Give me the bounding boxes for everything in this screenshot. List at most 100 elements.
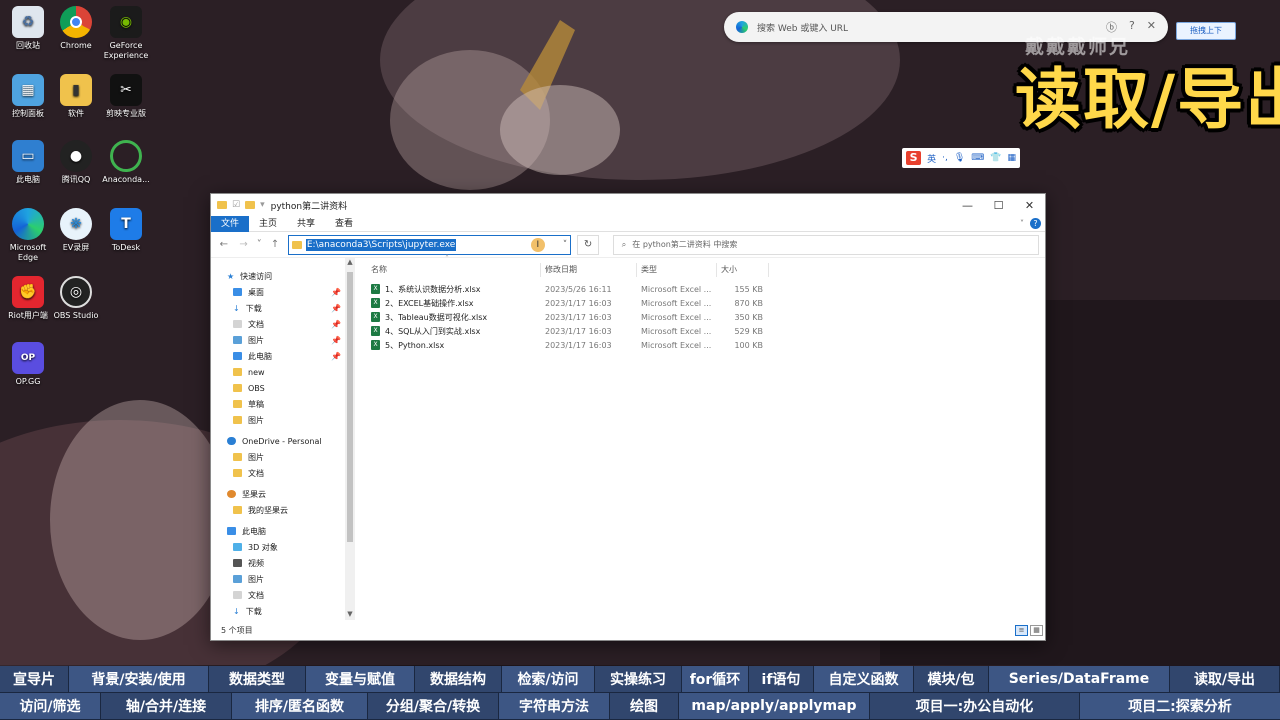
nav-item-this-pc[interactable]: 此电脑 📌 (211, 348, 355, 364)
topic-item[interactable]: 变量与赋值 (306, 666, 414, 692)
column-type[interactable]: 类型 (637, 263, 717, 277)
nav-quick-access[interactable]: ★ 快速访问 (211, 268, 355, 284)
nav-this-pc[interactable]: 此电脑 (211, 523, 355, 539)
keyboard-icon[interactable]: ⌨ (971, 153, 984, 163)
customize-toolbar-icon[interactable]: ▾ (260, 200, 265, 210)
column-name[interactable]: 名称 (367, 263, 541, 277)
topic-item[interactable]: 绘图 (610, 693, 678, 719)
desktop-icon-obs[interactable]: ◎ OBS Studio (48, 276, 104, 321)
topic-item[interactable]: 项目一:办公自动化 (870, 693, 1079, 719)
skin-icon[interactable]: 👕 (990, 153, 1001, 163)
desktop-icon-todesk[interactable]: T ToDesk (98, 208, 154, 253)
nav-item-obs[interactable]: OBS (211, 380, 355, 396)
pin-icon[interactable]: 📌 (331, 304, 341, 313)
file-row[interactable]: X 2、EXCEL基础操作.xlsx 2023/1/17 16:03 Micros… (367, 296, 1045, 310)
tab-file[interactable]: 文件 (211, 215, 250, 232)
topic-item[interactable]: map/apply/applymap (679, 693, 869, 719)
nav-item-drafts[interactable]: 草稿 (211, 396, 355, 412)
desktop-icon-ev[interactable]: ❋ EV录屏 (48, 208, 104, 253)
tab-share[interactable]: 共享 (287, 216, 325, 232)
nav-item-my-jianguoyun[interactable]: 我的坚果云 (211, 502, 355, 518)
file-row[interactable]: X 3、Tableau数据可视化.xlsx 2023/1/17 16:03 Mic… (367, 310, 1045, 324)
tab-view[interactable]: 查看 (325, 216, 363, 232)
punctuation-icon[interactable]: ·, (942, 153, 948, 163)
back-arrow-icon[interactable]: ← (217, 239, 231, 250)
nav-item-downloads[interactable]: ↓ 下载 📌 (211, 300, 355, 316)
drag-pin-button[interactable]: 拖拽上下 (1176, 22, 1236, 40)
nav-item-pc-pictures[interactable]: 图片 (211, 571, 355, 587)
details-view-icon[interactable]: ≡ (1015, 624, 1028, 636)
close-icon[interactable]: ✕ (1147, 19, 1156, 35)
nav-item-new[interactable]: new (211, 364, 355, 380)
mic-icon[interactable]: 🎙 (954, 153, 965, 163)
properties-icon[interactable]: ☑ (232, 200, 240, 210)
nav-item-desktop[interactable]: 桌面 📌 (211, 284, 355, 300)
topic-item[interactable]: 项目二:探索分析 (1080, 693, 1280, 719)
desktop-icon-qq[interactable]: ● 腾讯QQ (48, 140, 104, 185)
nav-onedrive[interactable]: OneDrive - Personal (211, 433, 355, 449)
refresh-button[interactable]: ↻ (577, 234, 599, 255)
scroll-up-icon[interactable]: ▲ (345, 258, 355, 266)
topic-item[interactable]: 数据类型 (209, 666, 305, 692)
address-input[interactable]: E:\anaconda3\Scripts\jupyter.exe (305, 238, 457, 251)
desktop-icon-capcut[interactable]: ✂ 剪映专业版 (98, 74, 154, 119)
topic-item[interactable]: for循环 (682, 666, 748, 692)
expand-ribbon-icon[interactable]: ˅ (1020, 219, 1024, 228)
column-date[interactable]: 修改日期 (541, 263, 637, 277)
chevron-down-icon[interactable]: ˅ (563, 240, 568, 250)
topic-item[interactable]: 检索/访问 (502, 666, 594, 692)
nav-item-pictures-2[interactable]: 图片 (211, 412, 355, 428)
file-row[interactable]: X 4、SQL从入门到实战.xlsx 2023/1/17 16:03 Micros… (367, 324, 1045, 338)
close-button[interactable]: ✕ (1014, 199, 1045, 212)
desktop-icon-software[interactable]: ▮ 软件 (48, 74, 104, 119)
column-size[interactable]: 大小 (717, 263, 769, 277)
nav-item-pictures[interactable]: 图片 📌 (211, 332, 355, 348)
desktop-icon-anaconda[interactable]: Anaconda... (98, 140, 154, 185)
pin-icon[interactable]: 📌 (331, 336, 341, 345)
search-input[interactable]: ⌕ 在 python第二讲资料 中搜索 (612, 234, 1039, 255)
desktop-icon-chrome[interactable]: Chrome (48, 6, 104, 51)
nav-item-pc-documents[interactable]: 文档 (211, 587, 355, 603)
topic-item[interactable]: 自定义函数 (814, 666, 913, 692)
minimize-button[interactable]: — (952, 199, 983, 212)
large-icons-view-icon[interactable]: ▦ (1030, 624, 1043, 636)
topic-item[interactable]: Series/DataFrame (989, 666, 1169, 692)
nav-item-pc-downloads[interactable]: ↓ 下载 (211, 603, 355, 619)
topic-item[interactable]: 轴/合并/连接 (101, 693, 231, 719)
pin-icon[interactable]: 📌 (331, 320, 341, 329)
desktop-icon-geforce[interactable]: ◉ GeForce Experience (98, 6, 154, 61)
pin-icon[interactable]: 📌 (331, 352, 341, 361)
topic-item[interactable]: 模块/包 (914, 666, 988, 692)
topic-item[interactable]: 排序/匿名函数 (232, 693, 367, 719)
file-row[interactable]: X 5、Python.xlsx 2023/1/17 16:03 Microsoft… (367, 338, 1045, 352)
topic-item[interactable]: 访问/筛选 (0, 693, 100, 719)
address-bar[interactable]: E:\anaconda3\Scripts\jupyter.exe I ˅ (287, 234, 572, 255)
pin-icon[interactable]: 📌 (331, 288, 341, 297)
topic-item[interactable]: 数据结构 (415, 666, 501, 692)
topic-item[interactable]: 读取/导出 (1170, 666, 1279, 692)
topic-item[interactable]: 背景/安装/使用 (69, 666, 208, 692)
topic-item[interactable]: 宣导片 (0, 666, 68, 692)
tab-home[interactable]: 主页 (249, 216, 287, 232)
nav-item-onedrive-documents[interactable]: 文档 (211, 465, 355, 481)
nav-item-3d-objects[interactable]: 3D 对象 (211, 539, 355, 555)
grid-icon[interactable]: ▦ (1007, 153, 1016, 163)
nav-scrollbar[interactable]: ▲ ▼ (345, 258, 355, 620)
scroll-thumb[interactable] (347, 272, 353, 542)
maximize-button[interactable]: ☐ (983, 199, 1014, 212)
nav-item-videos[interactable]: 视频 (211, 555, 355, 571)
nav-item-documents[interactable]: 文档 📌 (211, 316, 355, 332)
topic-item[interactable]: 实操练习 (595, 666, 681, 692)
desktop-icon-opgg[interactable]: OP OP.GG (0, 342, 56, 387)
nav-jianguoyun[interactable]: 坚果云 (211, 486, 355, 502)
new-folder-icon[interactable] (245, 201, 256, 209)
forward-arrow-icon[interactable]: → (237, 239, 251, 250)
ime-toolbar[interactable]: S 英 ·, 🎙 ⌨ 👕 ▦ (902, 148, 1020, 168)
file-row[interactable]: X 1、系统认识数据分析.xlsx 2023/5/26 16:11 Microso… (367, 282, 1045, 296)
up-arrow-icon[interactable]: ↑ (268, 239, 282, 250)
ime-lang[interactable]: 英 (927, 152, 936, 165)
recent-locations-icon[interactable]: ˅ (256, 239, 262, 250)
topic-item[interactable]: 分组/聚合/转换 (368, 693, 498, 719)
nav-item-onedrive-pictures[interactable]: 图片 (211, 449, 355, 465)
help-icon[interactable]: ? (1030, 218, 1041, 229)
